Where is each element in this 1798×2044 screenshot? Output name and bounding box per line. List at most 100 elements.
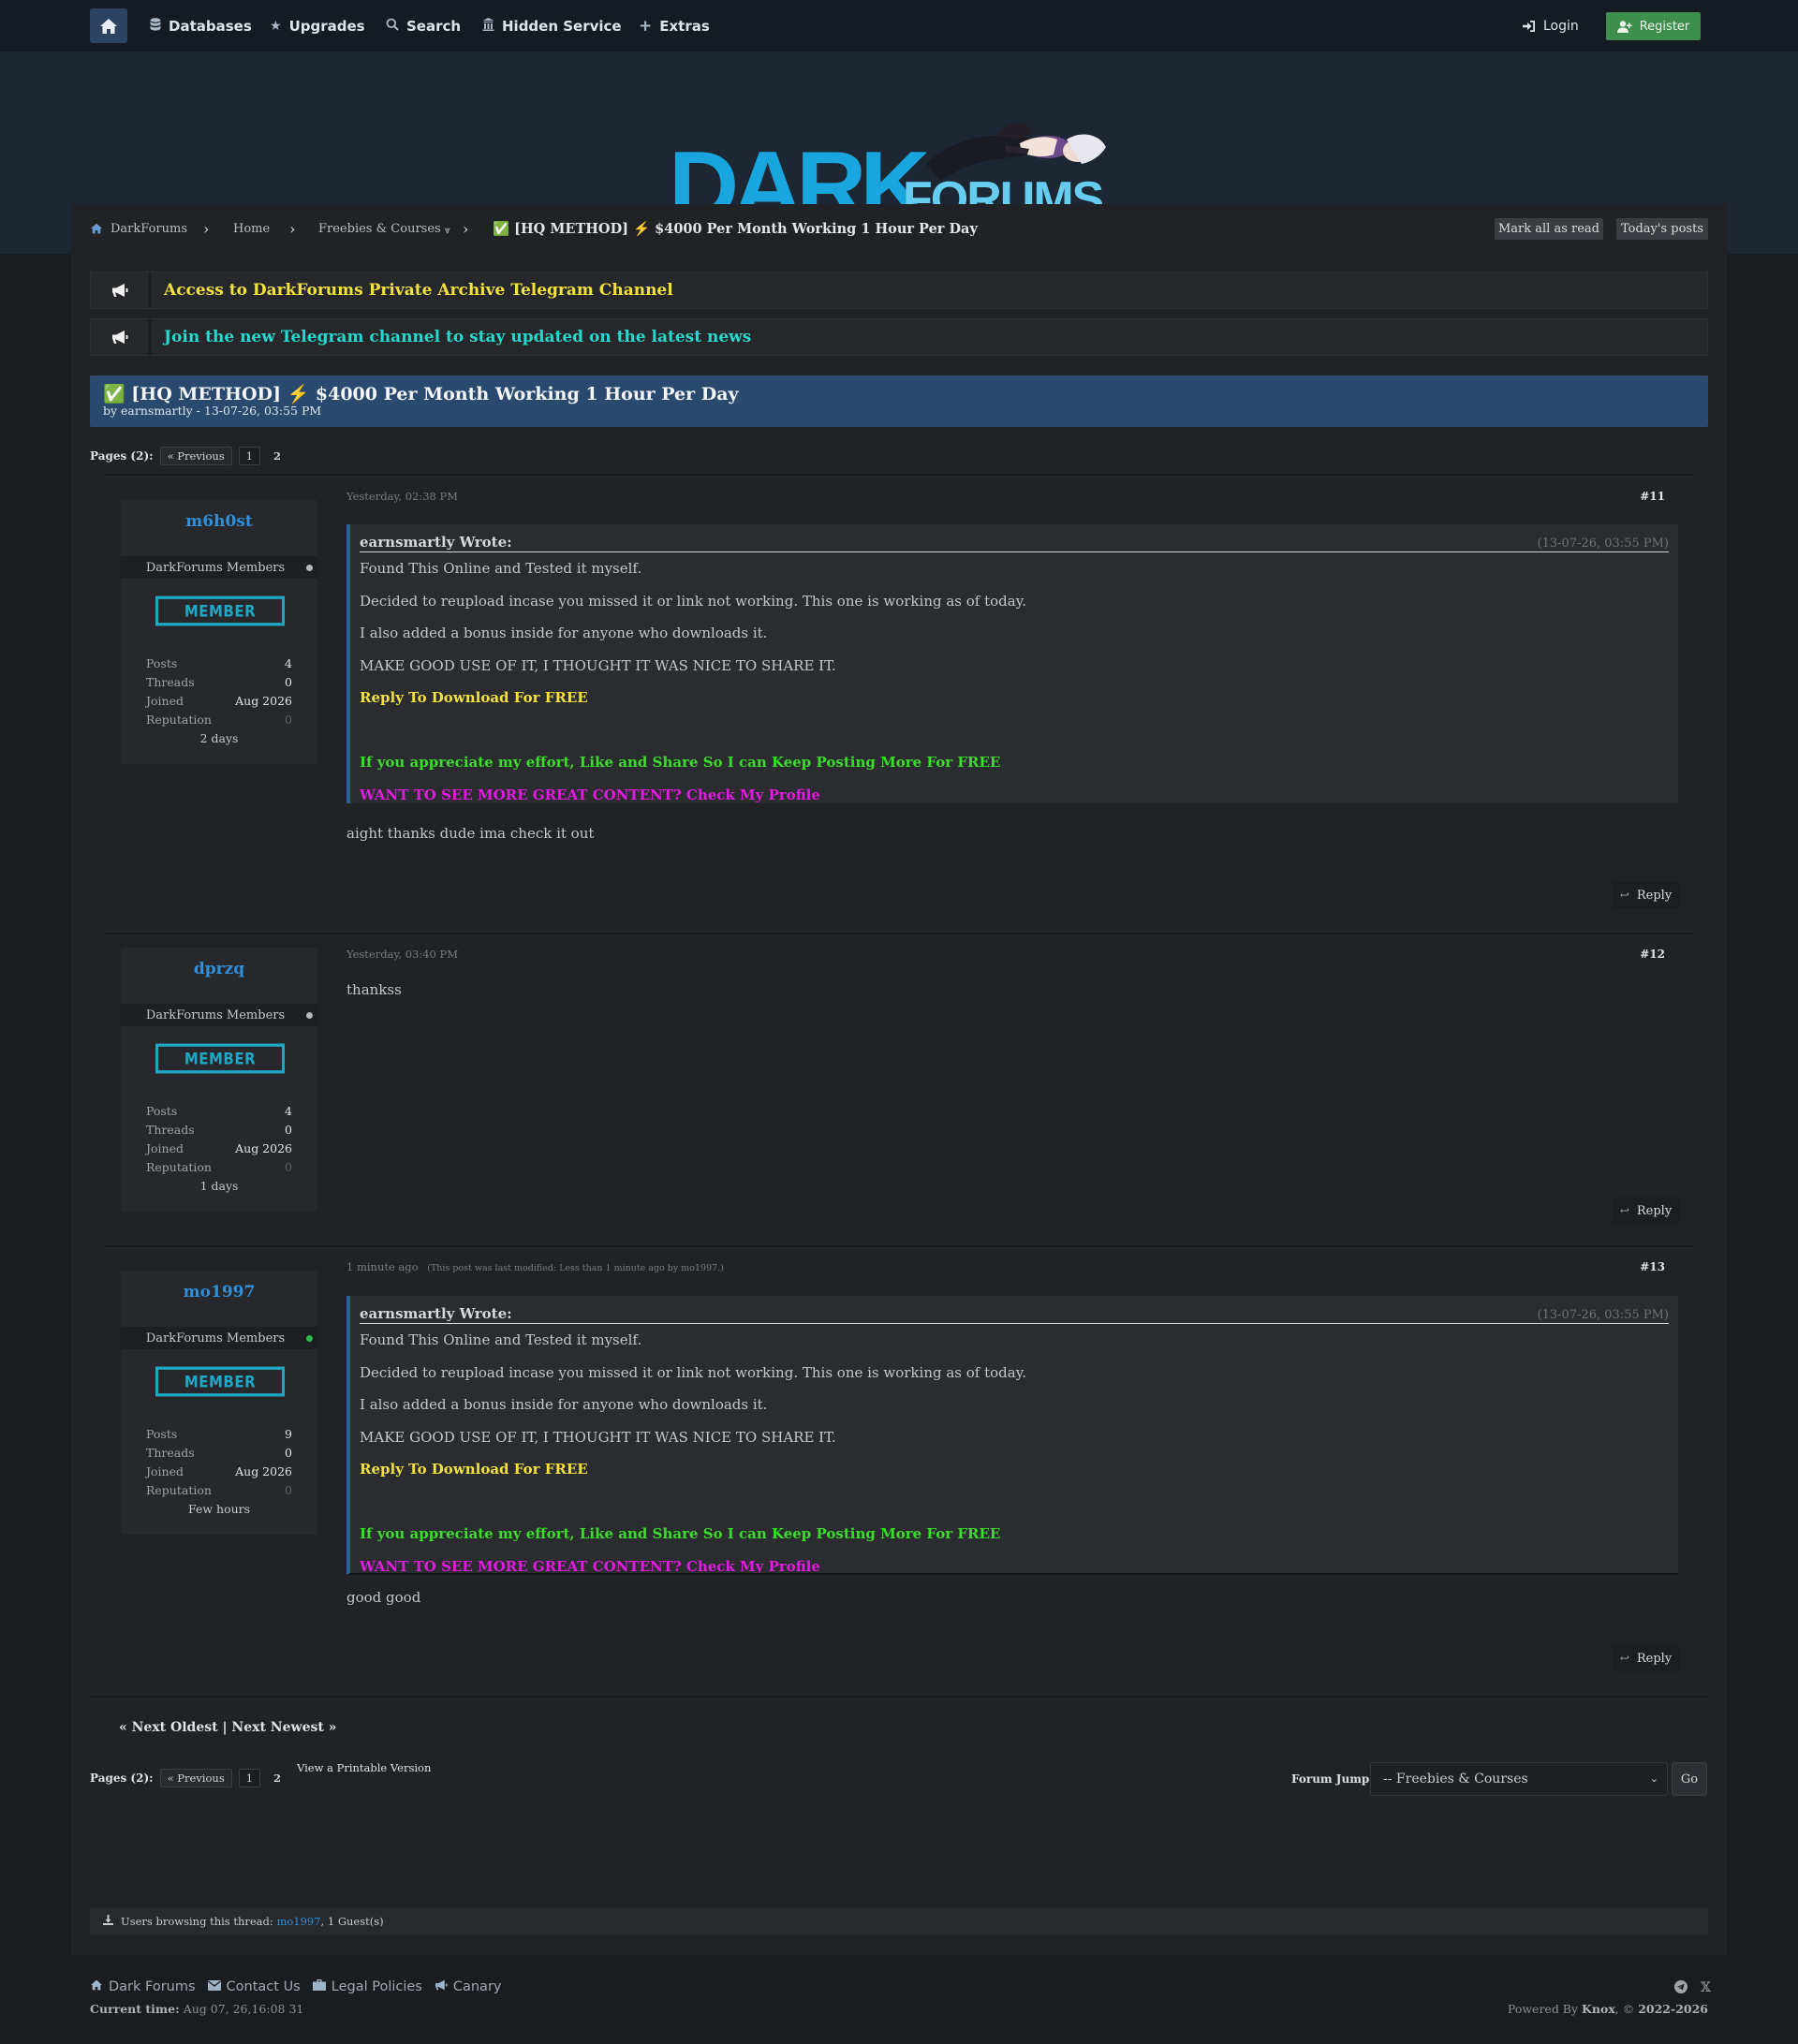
reply-button[interactable]: ↩ Reply [1612, 1645, 1680, 1671]
stat-reputation: Reputation 0 [146, 710, 292, 728]
quote-line: Found This Online and Tested it myself. [360, 1331, 642, 1349]
post-number[interactable]: #11 [1640, 490, 1665, 503]
author-username[interactable]: m6h0st [121, 512, 317, 531]
nav-search-label: Search [406, 17, 462, 35]
stat-label: Threads [146, 1445, 195, 1460]
nav-upgrades[interactable]: ★ Upgrades [270, 0, 365, 51]
announcement-bar[interactable]: Access to DarkForums Private Archive Tel… [90, 272, 1708, 309]
stat-posts: Posts 4 [146, 654, 292, 672]
download-icon [103, 1915, 113, 1928]
megaphone-icon [91, 319, 151, 355]
quote-profile-text: WANT TO SEE MORE GREAT CONTENT? Check My… [360, 786, 820, 803]
breadcrumb-freebies[interactable]: Freebies & Courses ⩔ [318, 204, 450, 253]
announcement-text[interactable]: Access to DarkForums Private Archive Tel… [164, 281, 673, 300]
post-date-text: Yesterday, 02:38 PM [346, 490, 459, 503]
quote-date[interactable]: (13-07-26, 03:55 PM) [1538, 1308, 1669, 1322]
author-stats: Posts 4 Threads 0 Joined Aug 2026 Reputatio… [146, 654, 292, 747]
home-icon [90, 1979, 103, 1994]
dropdown-icon[interactable]: ⩔ [445, 224, 450, 237]
quote-spacer [360, 714, 1669, 747]
footer-link-label: Canary [452, 1979, 502, 1994]
powered-suffix: , © [1614, 2002, 1635, 2016]
home-button[interactable] [90, 8, 127, 43]
login-label: Login [1543, 18, 1579, 34]
quote-date[interactable]: (13-07-26, 03:55 PM) [1538, 537, 1669, 551]
stat-label: Reputation [146, 712, 212, 727]
previous-page-button[interactable]: « Previous [159, 447, 232, 465]
page-2-button[interactable]: 2 [267, 447, 287, 465]
quote-line: Decided to reupload incase you missed it… [360, 592, 1026, 610]
powered-years: 2022-2026 [1638, 2002, 1708, 2016]
login-link[interactable]: Login [1522, 0, 1579, 51]
post-number[interactable]: #12 [1640, 948, 1665, 961]
chevron-right-icon: › [289, 219, 296, 238]
stat-reputation: Reputation 0 [146, 1480, 292, 1499]
star-icon: ★ [270, 18, 282, 34]
previous-page-button[interactable]: « Previous [159, 1769, 232, 1787]
nav-databases[interactable]: Databases [150, 0, 252, 51]
stat-value: 0 [285, 1122, 292, 1137]
powered-name[interactable]: Knox [1582, 2002, 1615, 2016]
nav-hidden-service[interactable]: Hidden Service [482, 0, 622, 51]
mark-all-read-button[interactable]: Mark all as read [1495, 218, 1603, 240]
footer-link-canary[interactable]: Canary [435, 1979, 502, 1994]
breadcrumb-darkforums[interactable]: DarkForums [90, 204, 187, 253]
powered-by: Powered By Knox, © 2022-2026 [1508, 2002, 1708, 2016]
page-1-button[interactable]: 1 [238, 447, 261, 465]
x-twitter-icon[interactable]: 𝕏 [1701, 1980, 1711, 1997]
post-date: Yesterday, 03:40 PM [346, 948, 458, 961]
reply-button[interactable]: ↩ Reply [1612, 882, 1680, 908]
footer-link-dark-forums[interactable]: Dark Forums [90, 1979, 196, 1994]
todays-posts-button[interactable]: Today's posts [1616, 218, 1708, 240]
chevron-down-icon: ⌄ [1649, 1772, 1658, 1785]
offline-status-icon [306, 1012, 313, 1019]
breadcrumb-label: Freebies & Courses [318, 221, 441, 236]
stat-threads: Threads 0 [146, 1120, 292, 1139]
footer-link-legal-policies[interactable]: Legal Policies [312, 1979, 422, 1994]
footer-link-label: Dark Forums [109, 1979, 196, 1994]
go-button[interactable]: Go [1672, 1762, 1707, 1796]
post-date: 1 minute ago (This post was last modifie… [346, 1260, 724, 1273]
register-label: Register [1639, 19, 1690, 34]
member-badge: MEMBER [155, 1043, 285, 1074]
author-usergroup: DarkForums Members [121, 1004, 317, 1026]
quote-header: earnsmartly Wrote: (13-07-26, 03:55 PM) [360, 524, 1669, 552]
chevron-right-icon: › [203, 219, 210, 238]
thread-header: ✅ [HQ METHOD] ⚡ $4000 Per Month Working … [90, 375, 1708, 427]
printable-version-link[interactable]: View a Printable Version [297, 1761, 431, 1774]
nav-extras-label: Extras [659, 17, 710, 35]
nav-extras[interactable]: + Extras [639, 0, 710, 51]
next-oldest-newest-links[interactable]: « Next Oldest | Next Newest » [119, 1720, 336, 1735]
post-date: Yesterday, 02:38 PM [346, 490, 458, 503]
nav-search[interactable]: Search [386, 0, 461, 51]
stat-value[interactable]: 0 [285, 713, 292, 727]
register-button[interactable]: Register [1606, 12, 1701, 40]
post-message: good good [346, 1589, 421, 1606]
quote-header: earnsmartly Wrote: (13-07-26, 03:55 PM) [360, 1296, 1669, 1324]
forum-jump-select[interactable]: -- Freebies & Courses ⌄ [1370, 1762, 1668, 1796]
current-time: Current time: Aug 07, 26,16:08 31 [90, 2002, 303, 2016]
stat-threads: Threads 0 [146, 1443, 292, 1462]
announcement-text[interactable]: Join the new Telegram channel to stay up… [164, 328, 751, 346]
breadcrumb-home[interactable]: Home [233, 204, 270, 253]
telegram-icon[interactable] [1674, 1980, 1687, 1997]
page-2-button[interactable]: 2 [267, 1769, 287, 1787]
member-badge: MEMBER [155, 596, 285, 626]
stat-value: Aug 2026 [235, 1140, 292, 1155]
forum-jump-selected: -- Freebies & Courses [1383, 1772, 1528, 1787]
author-username[interactable]: dprzq [121, 960, 317, 978]
footer-link-contact-us[interactable]: Contact Us [207, 1979, 301, 1994]
announcement-bar[interactable]: Join the new Telegram channel to stay up… [90, 318, 1708, 356]
post-number[interactable]: #13 [1640, 1260, 1665, 1273]
stat-value[interactable]: 0 [285, 1160, 292, 1174]
browsing-user-link[interactable]: mo1997 [276, 1915, 320, 1928]
breadcrumb-current-thread[interactable]: ✅ [HQ METHOD] ⚡ $4000 Per Month Working … [493, 204, 978, 253]
reply-button[interactable]: ↩ Reply [1612, 1198, 1680, 1224]
home-icon [100, 18, 117, 34]
stat-value[interactable]: 0 [285, 1483, 292, 1497]
author-panel: mo1997 DarkForums Members MEMBER Posts 9 … [121, 1271, 317, 1535]
author-username[interactable]: mo1997 [121, 1283, 317, 1301]
page-1-button[interactable]: 1 [238, 1769, 261, 1787]
social-links: 𝕏 [1661, 1980, 1711, 1997]
reply-icon: ↩ [1619, 889, 1629, 902]
